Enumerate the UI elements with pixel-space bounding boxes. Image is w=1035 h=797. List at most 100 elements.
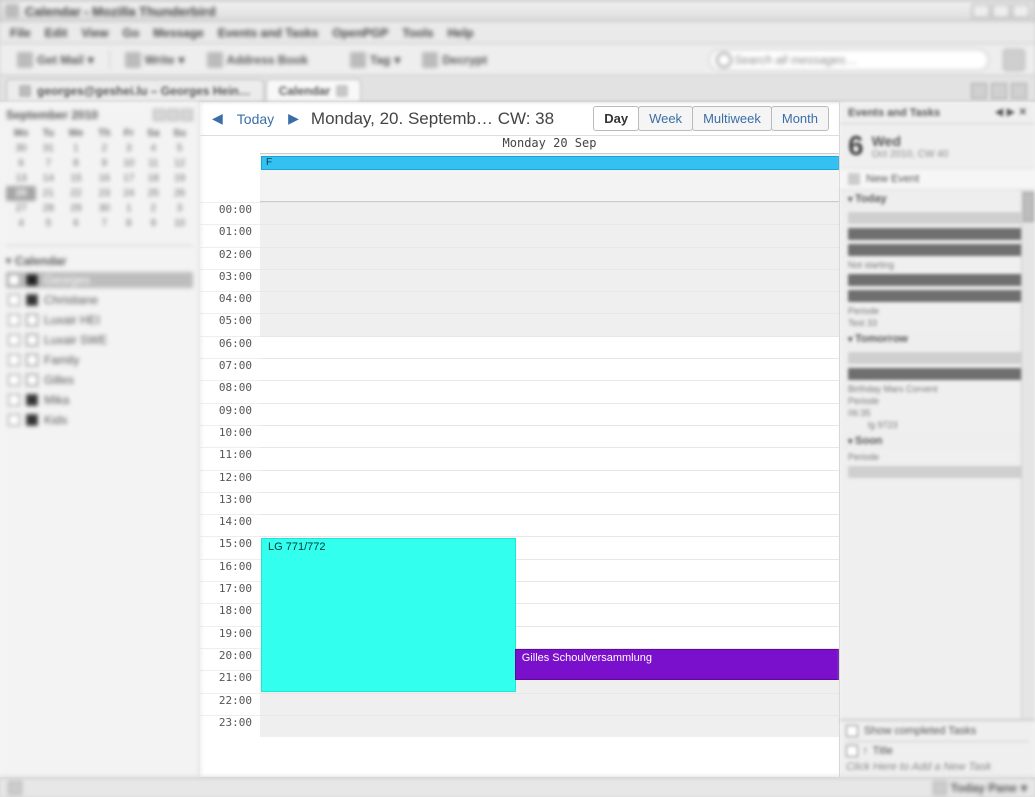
menu-view[interactable]: View <box>81 26 108 40</box>
calendar-item[interactable]: Kids <box>6 412 193 428</box>
tasks-title-header[interactable]: Title <box>873 745 893 757</box>
agenda-item[interactable] <box>848 212 1027 224</box>
minical-next[interactable] <box>181 109 193 121</box>
tag-button[interactable]: Tag ▾ <box>343 49 407 71</box>
todaypane-button[interactable]: Today Pane <box>951 781 1017 795</box>
checkbox[interactable] <box>8 274 20 286</box>
section-soon[interactable]: Soon <box>840 432 1035 450</box>
decrypt-button[interactable]: Decrypt <box>415 49 494 71</box>
chevron-down-icon[interactable]: ▾ <box>1021 781 1027 795</box>
rp-next[interactable]: ▶ <box>1007 107 1015 118</box>
add-task-field[interactable]: Click Here to Add a New Task <box>846 761 991 773</box>
task-checkbox[interactable] <box>846 745 858 757</box>
section-today[interactable]: Today <box>840 190 1035 208</box>
menu-edit[interactable]: Edit <box>45 26 68 40</box>
agenda-label: lg 9723 <box>848 420 1027 430</box>
decrypt-icon <box>422 52 438 68</box>
menu-file[interactable]: File <box>10 26 31 40</box>
tab-action-3[interactable] <box>1011 83 1027 99</box>
left-sidebar: September 2010 MoTuWeThFrSaSu 303112345 … <box>0 102 200 777</box>
tabstrip: georges@geshei.lu – Georges Hein… Calend… <box>0 76 1035 102</box>
menu-message[interactable]: Message <box>153 26 204 40</box>
rp-close[interactable]: ✕ <box>1019 107 1027 118</box>
mini-calendar[interactable]: MoTuWeThFrSaSu 303112345 6789101112 1314… <box>6 126 193 231</box>
menubar: File Edit View Go Message Events and Tas… <box>0 22 1035 44</box>
calendar-name: Mika <box>44 393 69 407</box>
calendar-item[interactable]: Christiane <box>6 292 193 308</box>
agenda-label: Periode <box>848 306 1027 316</box>
calendar-item[interactable]: Family <box>6 352 193 368</box>
next-day-button[interactable]: ▶ <box>286 110 301 127</box>
allday-row[interactable]: F <box>260 154 839 202</box>
calendar-item[interactable]: Georges <box>6 272 193 288</box>
today-sub: Oct 2010, CW 40 <box>872 149 949 160</box>
toolbar-end-icon[interactable] <box>1003 49 1025 71</box>
calendar-name: Christiane <box>44 293 98 307</box>
menu-openpgp[interactable]: OpenPGP <box>332 26 388 40</box>
menu-go[interactable]: Go <box>122 26 139 40</box>
calendar-name: Kids <box>44 413 67 427</box>
event-lg[interactable]: LG 771/772 <box>261 538 516 692</box>
close-button[interactable] <box>1012 4 1030 18</box>
calendar-item[interactable]: Gilles <box>6 372 193 388</box>
write-button[interactable]: Write ▾ <box>118 49 192 71</box>
agenda-item[interactable] <box>848 228 1027 240</box>
checkbox[interactable] <box>8 334 20 346</box>
view-month[interactable]: Month <box>771 106 829 131</box>
view-day[interactable]: Day <box>593 106 639 131</box>
calendar-item[interactable]: Luxair HEI <box>6 312 193 328</box>
checkbox[interactable] <box>8 374 20 386</box>
maximize-button[interactable] <box>992 4 1010 18</box>
calendar-list-header[interactable]: Calendar <box>6 245 193 268</box>
tab-action-1[interactable] <box>971 83 987 99</box>
search-input[interactable]: Search all messages… <box>709 49 989 71</box>
agenda-item[interactable] <box>848 352 1027 364</box>
calendar-name: Luxair SWE <box>44 333 107 347</box>
minimize-button[interactable] <box>972 4 990 18</box>
color-swatch <box>26 394 38 406</box>
calendar-item[interactable]: Luxair SWE <box>6 332 193 348</box>
day-column[interactable]: LG 771/772 Gilles Schoulversammlung <box>260 202 839 777</box>
minical-prev[interactable] <box>153 109 165 121</box>
show-completed-checkbox[interactable] <box>846 725 858 737</box>
getmail-button[interactable]: Get Mail ▾ <box>10 49 101 71</box>
section-tomorrow[interactable]: Tomorrow <box>840 330 1035 348</box>
new-event-button[interactable]: New Event <box>840 169 1035 190</box>
prev-day-button[interactable]: ◀ <box>210 110 225 127</box>
view-multiweek[interactable]: Multiweek <box>692 106 772 131</box>
calendar-name: Luxair HEI <box>44 313 100 327</box>
status-icon[interactable] <box>8 781 22 795</box>
menu-help[interactable]: Help <box>447 26 473 40</box>
addressbook-icon <box>207 52 223 68</box>
checkbox[interactable] <box>8 354 20 366</box>
today-button[interactable]: Today <box>235 111 276 127</box>
agenda-label: Birthday Mars Corvent <box>848 384 1027 394</box>
calendar-name: Georges <box>44 273 90 287</box>
agenda-item[interactable] <box>848 244 1027 256</box>
view-week[interactable]: Week <box>638 106 693 131</box>
menu-events-tasks[interactable]: Events and Tasks <box>218 26 319 40</box>
checkbox[interactable] <box>8 314 20 326</box>
calendar-item[interactable]: Mika <box>6 392 193 408</box>
checkbox[interactable] <box>8 414 20 426</box>
event-gilles[interactable]: Gilles Schoulversammlung <box>515 649 839 680</box>
allday-event[interactable]: F <box>261 156 839 170</box>
tab-mail[interactable]: georges@geshei.lu – Georges Hein… <box>6 79 264 101</box>
addressbook-button[interactable]: Address Book <box>200 49 315 71</box>
tab-action-2[interactable] <box>991 83 1007 99</box>
tab-calendar[interactable]: Calendar <box>266 79 361 101</box>
agenda-item[interactable] <box>848 368 1027 380</box>
scrollbar[interactable] <box>1021 190 1035 719</box>
agenda-item[interactable] <box>848 274 1027 286</box>
close-icon[interactable] <box>336 85 348 97</box>
agenda-item[interactable] <box>848 466 1027 478</box>
today-daynum: 6 <box>848 130 864 162</box>
mail-icon <box>19 85 31 97</box>
checkbox[interactable] <box>8 394 20 406</box>
scroll-thumb[interactable] <box>1023 192 1034 222</box>
rp-prev[interactable]: ◀ <box>995 107 1003 118</box>
menu-tools[interactable]: Tools <box>402 26 433 40</box>
agenda-item[interactable] <box>848 290 1027 302</box>
minical-today[interactable] <box>167 109 179 121</box>
checkbox[interactable] <box>8 294 20 306</box>
